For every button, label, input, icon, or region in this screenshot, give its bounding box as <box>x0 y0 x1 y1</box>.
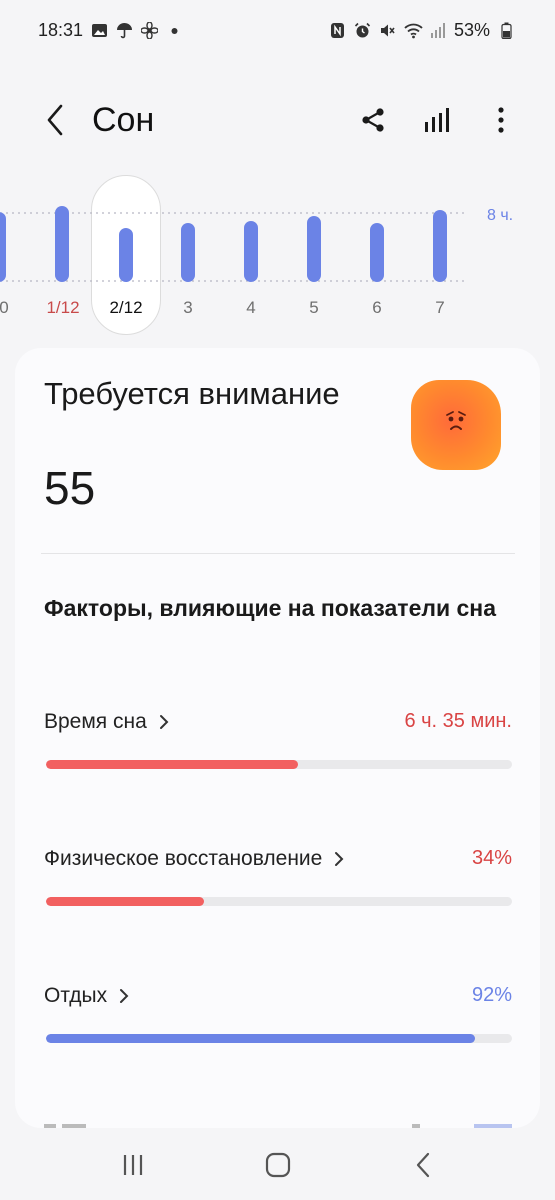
day-label[interactable]: 1/12 <box>46 298 79 318</box>
back-icon <box>416 1152 429 1178</box>
status-bar: 18:31 53% <box>0 0 555 60</box>
system-nav-bar <box>0 1130 555 1200</box>
factor-value: 6 ч. 35 мин. <box>404 710 512 732</box>
sleep-score: 55 <box>44 462 96 514</box>
more-icon <box>498 107 504 133</box>
progress-track <box>46 897 512 906</box>
factor-label: Время сна <box>44 710 169 734</box>
chevron-left-icon <box>47 104 63 136</box>
factor-label-text: Время сна <box>44 710 147 733</box>
bar-day-1-12 <box>55 206 69 282</box>
recents-button[interactable] <box>103 1135 163 1195</box>
chevron-right-icon <box>159 715 169 729</box>
day-label[interactable]: 0 <box>0 298 9 318</box>
factor-value: 34% <box>471 847 512 869</box>
day-label[interactable]: 7 <box>435 298 444 318</box>
bar-day-3 <box>181 223 195 282</box>
day-label[interactable]: 3 <box>183 298 192 318</box>
goal-label: 8 ч. <box>487 207 514 224</box>
back-button[interactable] <box>38 100 72 140</box>
nfc-icon <box>329 22 346 39</box>
stats-icon <box>425 108 449 132</box>
chart-bars <box>0 206 465 282</box>
next-factor-partial[interactable] <box>44 1110 512 1128</box>
recents-icon <box>123 1155 142 1175</box>
factor-label-text: Физическое восстановление <box>44 847 323 870</box>
home-icon <box>265 1152 290 1178</box>
umbrella-icon <box>116 22 133 39</box>
sleep-score-card: Требуется внимание 55 Факторы, влияющие … <box>15 348 540 1128</box>
bar-day-6 <box>370 223 384 282</box>
header-actions <box>355 102 519 138</box>
app-header: Сон <box>0 88 555 152</box>
progress-fill <box>46 760 298 769</box>
wifi-icon <box>404 22 423 39</box>
factor-rest[interactable]: Отдых 92% <box>44 984 512 1054</box>
share-button[interactable] <box>355 102 391 138</box>
day-label-selected[interactable]: 2/12 <box>109 298 142 318</box>
factors-title: Факторы, влияющие на показатели сна <box>44 595 496 621</box>
stats-button[interactable] <box>419 102 455 138</box>
status-left: 18:31 <box>38 20 183 41</box>
bar-day-7 <box>433 210 447 282</box>
divider <box>41 553 515 554</box>
sleep-chart[interactable]: 8 ч. 0 1/12 2/12 3 4 5 6 7 <box>0 170 555 340</box>
factor-label: Физическое восстановление <box>44 847 344 871</box>
share-icon <box>362 108 384 132</box>
bar-day-5 <box>307 216 321 282</box>
day-label[interactable]: 6 <box>372 298 381 318</box>
battery-icon <box>498 22 515 39</box>
factor-label: Отдых <box>44 984 129 1008</box>
home-button[interactable] <box>248 1135 308 1195</box>
signal-icon <box>429 22 446 39</box>
battery-percent: 53% <box>453 19 490 40</box>
status-right: 53% <box>329 20 515 41</box>
bar-day-4 <box>244 221 258 282</box>
dot-icon <box>166 22 183 39</box>
progress-fill <box>46 1034 475 1043</box>
page-title: Сон <box>92 100 155 139</box>
alarm-icon <box>354 22 371 39</box>
day-label[interactable]: 4 <box>246 298 255 318</box>
bar-day-0 <box>0 212 6 282</box>
factor-physical-recovery[interactable]: Физическое восстановление 34% <box>44 847 512 917</box>
mute-icon <box>379 22 396 39</box>
factor-sleep-time[interactable]: Время сна 6 ч. 35 мин. <box>44 710 512 780</box>
more-options-button[interactable] <box>483 102 519 138</box>
chevron-right-icon <box>335 852 344 866</box>
system-back-button[interactable] <box>393 1135 453 1195</box>
sleep-status-title: Требуется внимание <box>44 376 340 411</box>
status-time: 18:31 <box>38 19 84 40</box>
chevron-right-icon <box>120 989 129 1003</box>
progress-fill <box>46 897 205 906</box>
fan-icon <box>140 20 159 40</box>
progress-track <box>46 760 512 769</box>
factor-value: 92% <box>471 984 512 1006</box>
sad-face-icon <box>411 380 501 470</box>
image-icon <box>91 22 108 39</box>
bar-day-2-12 <box>119 228 133 282</box>
progress-track <box>46 1034 512 1043</box>
day-label[interactable]: 5 <box>309 298 318 318</box>
factor-label-text: Отдых <box>44 984 108 1007</box>
